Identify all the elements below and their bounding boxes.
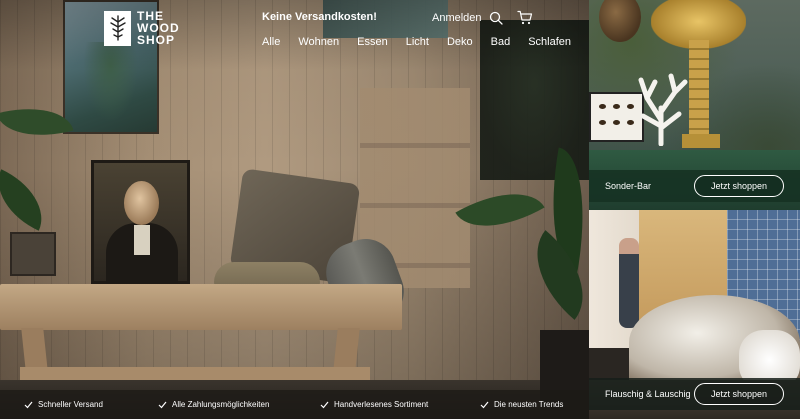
brand-logo[interactable]: THE WOOD SHOP: [104, 10, 180, 46]
insect-specimen: [613, 120, 620, 125]
main-nav: Alle Wohnen Essen Licht Deko Bad Schlafe…: [262, 36, 571, 48]
usp-label: Handverlesenes Sortiment: [334, 400, 429, 409]
search-icon-glyph: [489, 11, 503, 25]
cart-icon[interactable]: [516, 9, 533, 26]
check-icon: [320, 401, 329, 408]
promo-card-flauschig[interactable]: Flauschig & Lauschig Jetzt shoppen: [589, 210, 800, 419]
tree-icon: [109, 15, 126, 41]
portrait-head: [124, 181, 159, 225]
nav-item-bad[interactable]: Bad: [491, 36, 511, 48]
wooden-bench: [0, 284, 402, 330]
usp-label: Alle Zahlungsmöglichkeiten: [172, 400, 270, 409]
brand-name-line: SHOP: [137, 33, 176, 47]
nav-item-wohnen[interactable]: Wohnen: [298, 36, 339, 48]
cart-icon-glyph: [516, 10, 532, 25]
shipping-promo: Keine Versandkosten!: [262, 11, 377, 23]
wooden-box: [10, 232, 56, 276]
usp-label: Die neusten Trends: [494, 400, 564, 409]
nav-item-licht[interactable]: Licht: [406, 36, 429, 48]
bench-rail: [20, 367, 370, 381]
person-figure: [619, 238, 639, 328]
insect-specimen: [613, 104, 620, 109]
login-link[interactable]: Anmelden: [432, 12, 482, 24]
nav-item-schlafen[interactable]: Schlafen: [528, 36, 571, 48]
usp-bar: Schneller Versand Alle Zahlungsmöglichke…: [0, 390, 589, 419]
check-icon: [480, 401, 489, 408]
nav-item-alle[interactable]: Alle: [262, 36, 280, 48]
promo-label: Flauschig & Lauschig: [605, 389, 691, 399]
insect-specimen: [599, 120, 606, 125]
usp-item: Schneller Versand: [24, 400, 103, 409]
insect-specimen: [599, 104, 606, 109]
promo-card-sonder-bar[interactable]: Sonder-Bar Jetzt shoppen: [589, 0, 800, 210]
check-icon: [24, 401, 33, 408]
shop-now-button[interactable]: Jetzt shoppen: [693, 383, 784, 405]
nav-item-essen[interactable]: Essen: [357, 36, 388, 48]
promo-label: Sonder-Bar: [605, 181, 652, 191]
usp-label: Schneller Versand: [38, 400, 103, 409]
promo-bar: Flauschig & Lauschig Jetzt shoppen: [589, 378, 800, 410]
usp-item: Alle Zahlungsmöglichkeiten: [158, 400, 269, 409]
hero-image[interactable]: [0, 0, 589, 419]
promo-bar: Sonder-Bar Jetzt shoppen: [589, 170, 800, 202]
shop-now-button[interactable]: Jetzt shoppen: [693, 175, 784, 197]
usp-item: Handverlesenes Sortiment: [320, 400, 428, 409]
nav-item-deko[interactable]: Deko: [447, 36, 473, 48]
check-icon: [158, 401, 167, 408]
usp-item: Die neusten Trends: [480, 400, 563, 409]
search-icon[interactable]: [488, 10, 504, 26]
coral-sculpture: [638, 73, 688, 146]
brand-name: THE WOOD SHOP: [137, 10, 180, 46]
portrait-shirt: [134, 225, 150, 255]
portrait-painting: [91, 160, 190, 284]
tree-logo-icon: [104, 10, 131, 46]
